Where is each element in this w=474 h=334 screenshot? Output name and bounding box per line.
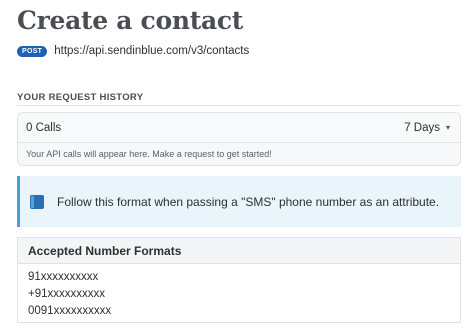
period-label: 7 Days — [404, 121, 440, 134]
method-badge: POST — [17, 45, 48, 57]
request-history-panel: 0 Calls 7 Days ▾ Your API calls will app… — [17, 112, 461, 166]
number-formats-list: 91xxxxxxxxxx +91xxxxxxxxxx 0091xxxxxxxxx… — [18, 264, 460, 322]
calls-count: 0 Calls — [26, 121, 62, 134]
api-reference-page: Create a contact POST https://api.sendin… — [0, 0, 474, 334]
info-callout: Follow this format when passing a "SMS" … — [17, 176, 461, 227]
list-item: +91xxxxxxxxxx — [28, 288, 106, 300]
number-formats-table: Accepted Number Formats 91xxxxxxxxxx +91… — [17, 237, 461, 323]
chevron-down-icon: ▾ — [445, 123, 450, 132]
endpoint-row: POST https://api.sendinblue.com/v3/conta… — [17, 45, 249, 57]
page-title: Create a contact — [17, 6, 244, 35]
list-item: 91xxxxxxxxxx — [28, 271, 99, 283]
section-divider — [17, 105, 461, 106]
request-history-header: 0 Calls 7 Days ▾ — [18, 113, 460, 143]
book-icon — [30, 194, 44, 209]
list-item: 0091xxxxxxxxxx — [28, 305, 112, 317]
history-empty-hint: Your API calls will appear here. Make a … — [26, 149, 272, 159]
callout-text: Follow this format when passing a "SMS" … — [57, 194, 440, 209]
period-select[interactable]: 7 Days ▾ — [404, 122, 450, 134]
request-history-heading: YOUR REQUEST HISTORY — [17, 92, 144, 103]
endpoint-url: https://api.sendinblue.com/v3/contacts — [54, 45, 250, 57]
number-formats-header: Accepted Number Formats — [18, 238, 460, 264]
